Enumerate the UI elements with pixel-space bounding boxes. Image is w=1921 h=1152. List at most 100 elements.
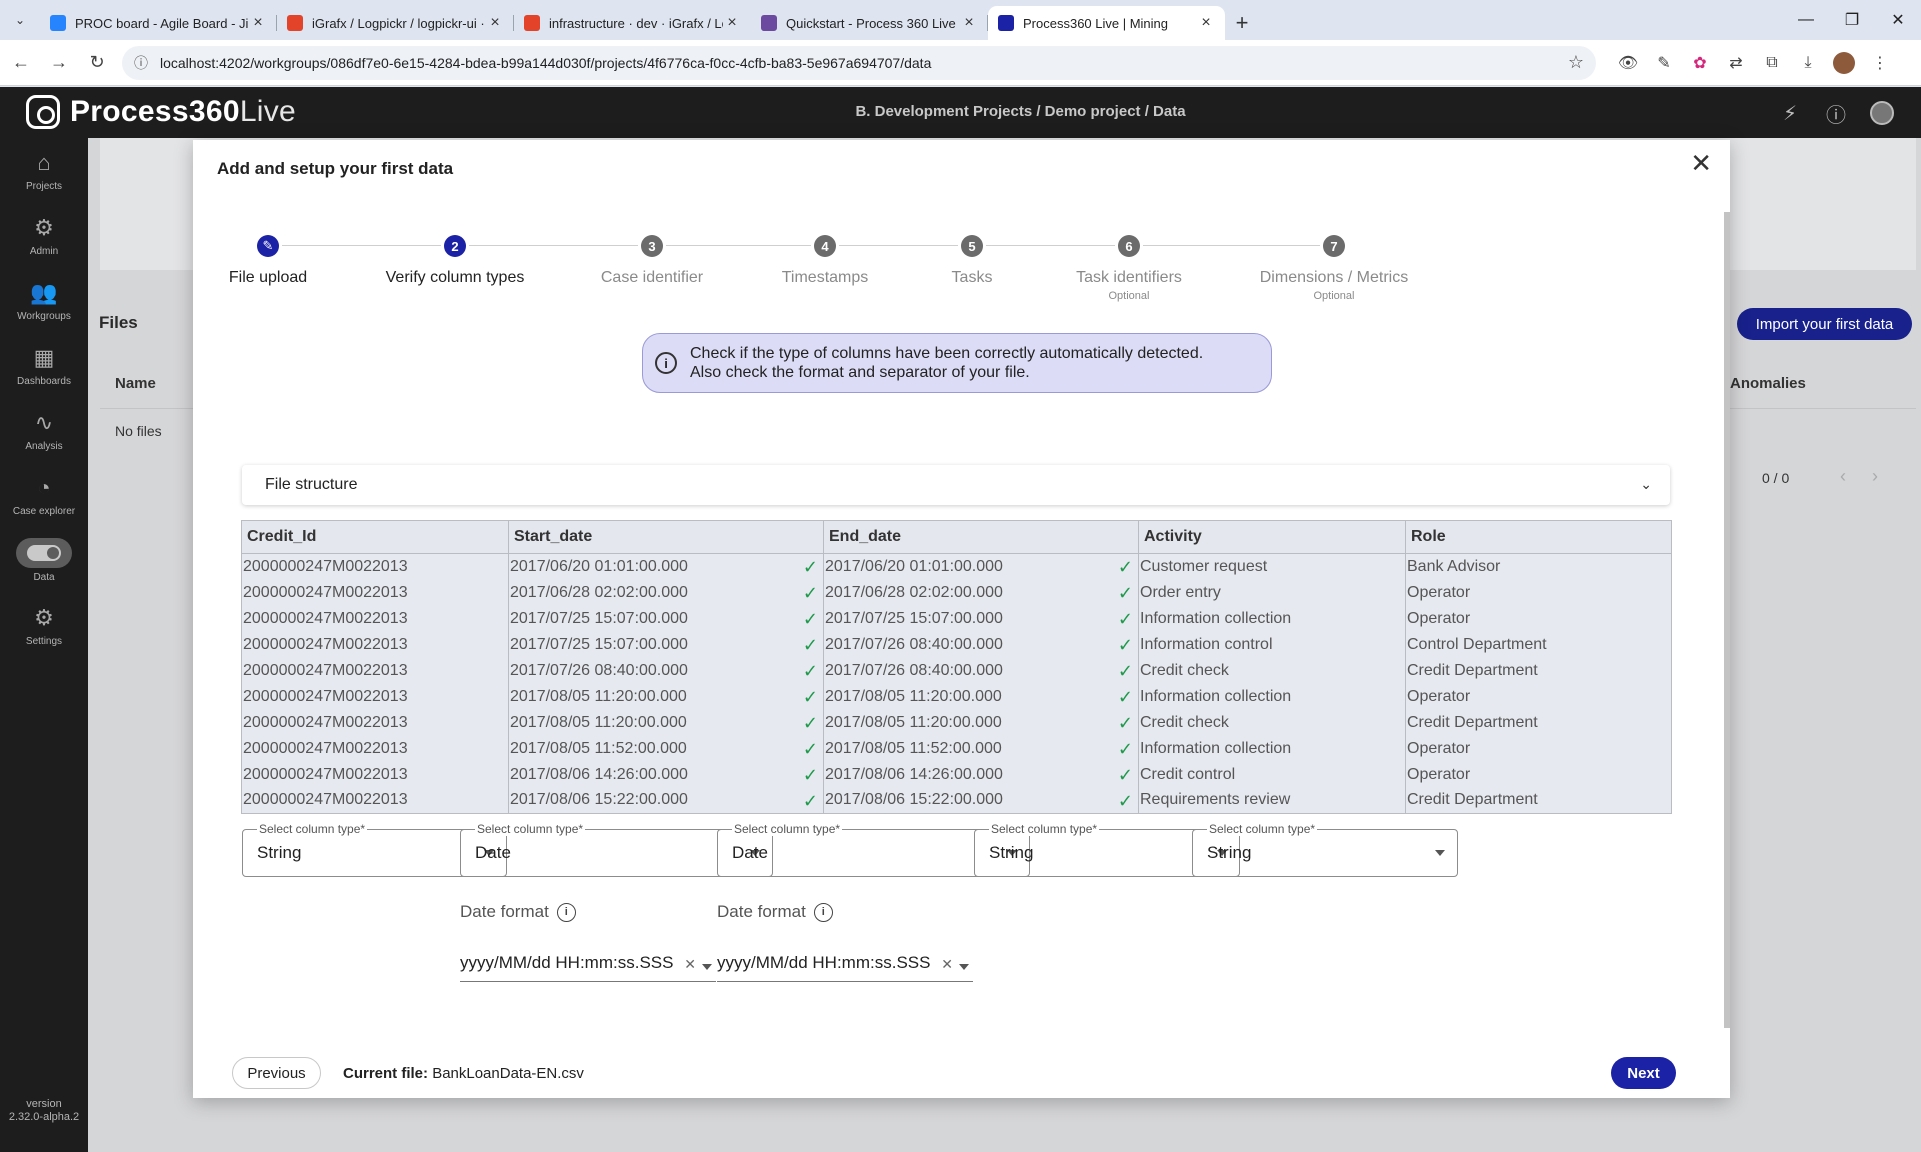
table-cell: Operator — [1405, 683, 1672, 710]
check-icon: ✓ — [1117, 634, 1133, 655]
file-structure-label: File structure — [265, 476, 358, 493]
previous-button[interactable]: Previous — [232, 1057, 321, 1089]
date-format-combobox[interactable]: yyyy/MM/dd HH:mm:ss.SSS ✕ — [460, 948, 716, 982]
prev-page-icon[interactable]: ‹ — [1840, 466, 1872, 486]
profile-avatar[interactable] — [1826, 46, 1862, 80]
new-tab-button[interactable]: + — [1225, 6, 1259, 40]
extensions-puzzle-icon[interactable]: ⧉ — [1754, 46, 1790, 80]
tab-close-icon[interactable]: × — [723, 14, 741, 32]
current-file-label: Current file: — [343, 1065, 429, 1082]
cell-value: 2017/08/05 11:20:00.000 — [510, 713, 687, 731]
url-omnibox[interactable]: ⓘ localhost:4202/workgroups/086df7e0-6e1… — [122, 45, 1596, 80]
browser-tab[interactable]: PROC board - Agile Board - Jira × — [40, 6, 277, 40]
table-cell: 2017/08/05 11:20:00.000 ✓ — [823, 709, 1139, 736]
sidebar-item-workgroups[interactable]: 👥 Workgroups — [0, 268, 88, 333]
translate-extension-icon[interactable]: ⇄ — [1718, 46, 1754, 80]
table-cell: Information collection — [1138, 683, 1406, 710]
cell-value: 2017/08/05 11:52:00.000 — [825, 739, 1002, 757]
next-page-icon[interactable]: › — [1872, 466, 1904, 486]
sidebar-item-data[interactable]: Data — [0, 528, 88, 593]
user-avatar[interactable] — [1859, 97, 1905, 129]
left-sidebar: ⌂ Projects ⚙ Admin 👥 Workgroups ▦ Dashboards ∿ An… — [0, 138, 88, 1152]
dropdown-caret-icon[interactable] — [959, 964, 969, 970]
pen-extension-icon[interactable]: ✎ — [1646, 46, 1682, 80]
cell-value: Bank Advisor — [1407, 557, 1501, 575]
table-cell: 2000000247M0022013 — [241, 709, 509, 736]
cell-value: Credit Department — [1407, 713, 1538, 731]
downloads-icon[interactable]: ⤓ — [1790, 46, 1826, 80]
browser-tab[interactable]: Quickstart - Process 360 Live | M × — [751, 6, 988, 40]
version-info: version 2.32.0-alpha.2 — [8, 1098, 80, 1123]
clear-icon[interactable]: ✕ — [684, 956, 696, 973]
minimize-icon[interactable]: — — [1783, 0, 1829, 40]
restore-icon[interactable]: ❐ — [1829, 0, 1875, 40]
date-format-label: Date format i — [460, 902, 576, 922]
cell-value: 2017/08/05 11:20:00.000 — [825, 687, 1002, 705]
browser-tab[interactable]: Process360 Live | Mining × — [988, 6, 1225, 40]
sidebar-item-label: Case explorer — [12, 506, 76, 517]
clear-icon[interactable]: ✕ — [941, 956, 953, 973]
cell-value: Information control — [1140, 635, 1273, 653]
date-format-value[interactable]: yyyy/MM/dd HH:mm:ss.SSS — [717, 953, 930, 973]
import-first-data-button[interactable]: Import your first data — [1737, 308, 1912, 340]
dropdown-caret-icon[interactable] — [702, 964, 712, 970]
browser-menu-icon[interactable]: ⋮ — [1862, 46, 1898, 80]
step-number: 6 — [1118, 235, 1140, 257]
lightning-icon[interactable]: ⚡ — [1767, 97, 1813, 129]
help-icon[interactable]: ⓘ — [1813, 97, 1859, 129]
tab-close-icon[interactable]: × — [1197, 14, 1215, 32]
dialog-scrollbar[interactable] — [1724, 212, 1730, 1028]
table-cell: Requirements review — [1138, 787, 1406, 814]
date-format-value[interactable]: yyyy/MM/dd HH:mm:ss.SSS — [460, 953, 673, 973]
file-structure-expander[interactable]: File structure ⌄ — [242, 465, 1670, 505]
chevron-down-icon[interactable]: ⌄ — [1640, 476, 1652, 493]
site-info-icon[interactable]: ⓘ — [134, 53, 154, 73]
table-cell: Credit Department — [1405, 787, 1672, 814]
step-2[interactable]: 2 Verify column types — [340, 235, 570, 287]
check-icon: ✓ — [802, 634, 818, 655]
sidebar-item-projects[interactable]: ⌂ Projects — [0, 138, 88, 203]
table-cell: 2017/07/26 08:40:00.000 ✓ — [823, 631, 1139, 658]
url-text[interactable]: localhost:4202/workgroups/086df7e0-6e15-… — [160, 55, 1568, 71]
cell-value: Operator — [1407, 583, 1471, 601]
tab-close-icon[interactable]: × — [960, 14, 978, 32]
back-icon[interactable]: ← — [4, 46, 38, 80]
column-type-select[interactable]: Select column type* String — [1192, 822, 1458, 877]
step-6[interactable]: 6 Task identifiers Optional — [1014, 235, 1244, 302]
tab-search-chevron-icon[interactable]: ⌄ — [0, 0, 40, 40]
date-format-combobox[interactable]: yyyy/MM/dd HH:mm:ss.SSS ✕ — [717, 948, 973, 982]
reload-icon[interactable]: ↻ — [80, 46, 114, 80]
workgroups-icon: 👥 — [30, 280, 58, 305]
check-icon: ✓ — [802, 764, 818, 785]
sidebar-item-dashboards[interactable]: ▦ Dashboards — [0, 333, 88, 398]
close-icon[interactable]: ✕ — [1690, 150, 1712, 176]
breadcrumb: B. Development Projects / Demo project /… — [855, 103, 1186, 120]
table-row: 2000000247M0022013 2017/08/05 11:20:00.00… — [241, 683, 1672, 710]
info-icon[interactable]: i — [813, 902, 833, 922]
pink-extension-icon[interactable]: ✿ — [1682, 46, 1718, 80]
cell-value: 2017/07/26 08:40:00.000 — [825, 635, 1003, 653]
eye-extension-icon[interactable]: 👁 — [1610, 46, 1646, 80]
browser-tab[interactable]: iGrafx / Logpickr / logpickr-ui · × — [277, 6, 514, 40]
sidebar-item-admin[interactable]: ⚙ Admin — [0, 203, 88, 268]
tab-close-icon[interactable]: × — [249, 14, 267, 32]
table-cell: 2017/08/06 14:26:00.000 ✓ — [823, 761, 1139, 788]
forward-icon[interactable]: → — [42, 46, 76, 80]
sidebar-item-analysis[interactable]: ∿ Analysis — [0, 398, 88, 463]
tab-favicon-icon — [998, 15, 1014, 31]
next-button[interactable]: Next — [1611, 1057, 1676, 1089]
table-row: 2000000247M0022013 2017/07/25 15:07:00.00… — [241, 631, 1672, 658]
dropdown-caret-icon[interactable] — [1435, 850, 1445, 856]
step-7[interactable]: 7 Dimensions / Metrics Optional — [1219, 235, 1449, 302]
info-icon[interactable]: i — [556, 902, 576, 922]
sidebar-item-case-explorer[interactable]: ◔ Case explorer — [0, 463, 88, 528]
browser-tab[interactable]: infrastructure · dev · iGrafx / Lo × — [514, 6, 751, 40]
cell-value: Customer request — [1140, 557, 1268, 575]
data-toggle-shape — [27, 545, 61, 561]
table-cell: Operator — [1405, 579, 1672, 606]
close-window-icon[interactable]: ✕ — [1875, 0, 1921, 40]
bookmark-star-icon[interactable]: ☆ — [1568, 52, 1584, 73]
tab-close-icon[interactable]: × — [486, 14, 504, 32]
table-cell: 2017/06/20 01:01:00.000 ✓ — [823, 553, 1139, 580]
sidebar-item-settings[interactable]: ⚙ Settings — [0, 593, 88, 658]
